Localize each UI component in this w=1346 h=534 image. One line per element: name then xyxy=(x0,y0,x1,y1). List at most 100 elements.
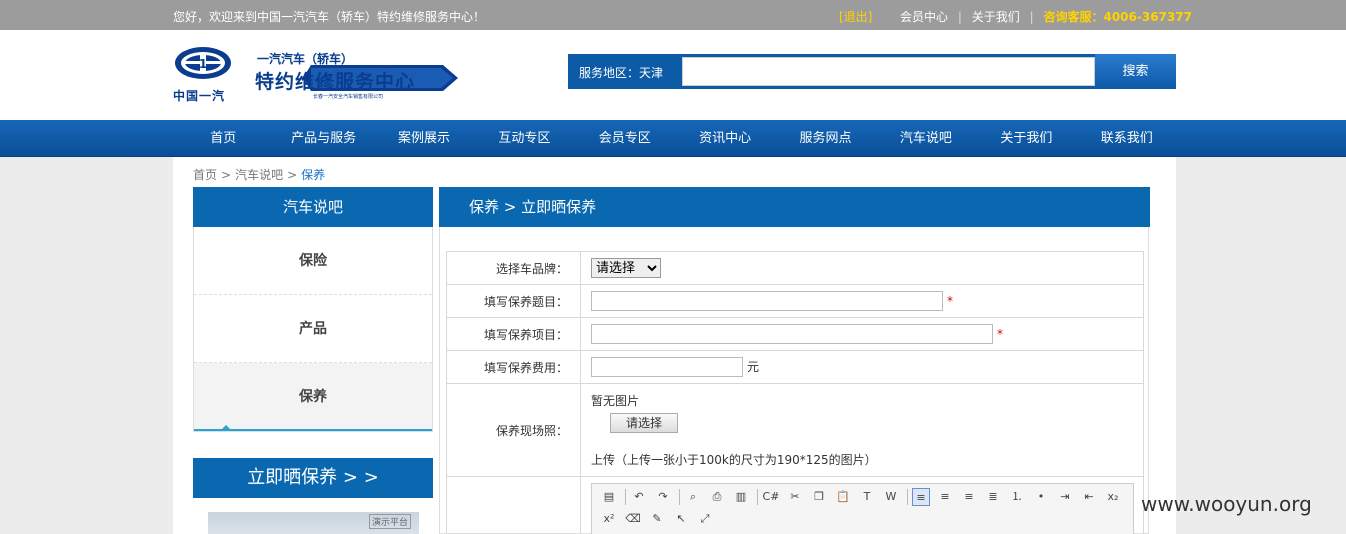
breadcrumb-sep: > xyxy=(287,168,298,182)
header: 1 中国一汽 一汽汽车（轿车） 特约维修服务中心 长春一汽安全汽车销售有限公司 … xyxy=(0,30,1346,120)
photo-none-text: 暂无图片 xyxy=(591,394,640,408)
unordered-list-icon[interactable]: • xyxy=(1032,488,1050,506)
toolbar-separator xyxy=(625,489,626,505)
preview-icon[interactable]: ⌕ xyxy=(684,488,702,506)
service-area-label[interactable]: 服务地区：天津 xyxy=(579,64,663,81)
about-us-link[interactable]: 关于我们 xyxy=(972,10,1020,24)
nav-item-home[interactable]: 首页 xyxy=(173,120,273,157)
faw-emblem-icon: 1 xyxy=(175,47,231,79)
required-mark: * xyxy=(947,293,953,308)
photo-cell: 暂无图片 请选择 上传（上传一张小于100k的尺寸为190*125的图片） xyxy=(580,383,1144,477)
content-area: 首页 > 汽车说吧 > 保养 汽车说吧 保险 产品 保养 立即晒保养 > > 演示平台 … xyxy=(173,157,1176,534)
rich-text-editor: ▤ ↶ ↷ ⌕ ⎙ ▥ C# ✂ ❐ 📋 T W ≡ ≡ ≡ ≣ ⒈ • ⇥ ⇤ x₂ x² ⌫ ✎ ↖ ⤢ xyxy=(591,483,1134,534)
brand-name: 中国一汽 xyxy=(173,89,226,103)
sidebar-item-maintenance[interactable]: 保养 xyxy=(194,363,432,431)
main-panel: 保养 > 立即晒保养 选择车品牌： 请选择 填写保养题目： * 填写保养项目： xyxy=(439,187,1150,534)
thumbnail-tag: 演示平台 xyxy=(368,514,411,529)
logout-link[interactable]: [退出] xyxy=(839,10,872,24)
template-icon[interactable]: ▥ xyxy=(732,488,750,506)
choose-photo-button[interactable]: 请选择 xyxy=(610,413,678,433)
site-logo[interactable]: 1 中国一汽 一汽汽车（轿车） 特约维修服务中心 长春一汽安全汽车销售有限公司 xyxy=(173,45,463,105)
breadcrumb-current: 保养 xyxy=(301,168,326,182)
paste-text-icon[interactable]: T xyxy=(858,488,876,506)
source-icon[interactable]: ▤ xyxy=(600,488,618,506)
logo-company: 长春一汽安全汽车销售有限公司 xyxy=(313,94,384,100)
align-center-icon[interactable]: ≡ xyxy=(936,488,954,506)
brand-cell: 请选择 xyxy=(580,251,1144,285)
paste-icon[interactable]: 📋 xyxy=(834,488,852,506)
form-row: 选择车品牌： 请选择 xyxy=(446,251,1144,285)
indent-icon[interactable]: ⇥ xyxy=(1056,488,1074,506)
nav-item-about[interactable]: 关于我们 xyxy=(976,120,1076,157)
main-nav: 首页 产品与服务 案例展示 互动专区 会员专区 资讯中心 服务网点 汽车说吧 关… xyxy=(0,120,1346,157)
select-all-icon[interactable]: ✎ xyxy=(648,510,666,528)
search-button[interactable]: 搜索 xyxy=(1095,54,1176,89)
cut-icon[interactable]: ✂ xyxy=(786,488,804,506)
ordered-list-icon[interactable]: ⒈ xyxy=(1008,488,1026,506)
form-row: 保养现场照： 暂无图片 请选择 上传（上传一张小于100k的尺寸为190*125… xyxy=(446,383,1144,477)
subscript-icon[interactable]: x₂ xyxy=(1104,488,1122,506)
cost-unit: 元 xyxy=(747,359,760,374)
code-icon[interactable]: C# xyxy=(762,488,780,506)
subject-label: 填写保养题目： xyxy=(446,284,581,318)
paste-word-icon[interactable]: W xyxy=(882,488,900,506)
toolbar-separator xyxy=(907,489,908,505)
photo-hint: 上传（上传一张小于100k的尺寸为190*125的图片） xyxy=(591,453,877,467)
divider: | xyxy=(957,10,962,24)
superscript-icon[interactable]: x² xyxy=(600,510,618,528)
share-maintenance-button[interactable]: 立即晒保养 > > xyxy=(193,458,433,498)
toolbar-separator xyxy=(679,489,680,505)
svg-text:1: 1 xyxy=(199,57,207,71)
breadcrumb-sep: > xyxy=(221,168,232,182)
nav-item-car-talk[interactable]: 汽车说吧 xyxy=(876,120,976,157)
item-input[interactable] xyxy=(591,324,993,344)
undo-icon[interactable]: ↶ xyxy=(630,488,648,506)
top-links: [退出] 会员中心 | 关于我们 | 咨询客服：4006-367377 xyxy=(839,8,1192,25)
hotline-text: 咨询客服：4006-367377 xyxy=(1043,10,1192,24)
clear-format-icon[interactable]: ⌫ xyxy=(624,510,642,528)
sidebar-title: 汽车说吧 xyxy=(193,187,433,227)
copy-icon[interactable]: ❐ xyxy=(810,488,828,506)
align-right-icon[interactable]: ≡ xyxy=(960,488,978,506)
sidebar-item-products[interactable]: 产品 xyxy=(194,295,432,363)
fullscreen-icon[interactable]: ⤢ xyxy=(696,510,714,528)
breadcrumb-home[interactable]: 首页 xyxy=(193,168,217,182)
brand-label: 选择车品牌： xyxy=(446,251,581,285)
watermark: www.wooyun.org xyxy=(1141,492,1312,516)
form-row: 填写保养费用： 元 xyxy=(446,350,1144,384)
search-input[interactable] xyxy=(682,57,1095,86)
main-title: 保养 > 立即晒保养 xyxy=(439,187,1150,227)
active-indicator-icon xyxy=(222,425,230,429)
sidebar-list: 保险 产品 保养 xyxy=(193,227,433,432)
cost-cell: 元 xyxy=(580,350,1144,384)
promo-thumbnail[interactable]: 演示平台 xyxy=(208,512,419,534)
subject-input[interactable] xyxy=(591,291,943,311)
print-icon[interactable]: ⎙ xyxy=(708,488,726,506)
photo-label: 保养现场照： xyxy=(446,383,581,477)
outdent-icon[interactable]: ⇤ xyxy=(1080,488,1098,506)
redo-icon[interactable]: ↷ xyxy=(654,488,672,506)
sidebar: 汽车说吧 保险 产品 保养 立即晒保养 > > 演示平台 xyxy=(193,187,433,534)
brand-select[interactable]: 请选择 xyxy=(591,258,661,278)
align-justify-icon[interactable]: ≣ xyxy=(984,488,1002,506)
member-center-link[interactable]: 会员中心 xyxy=(900,10,948,24)
align-left-icon[interactable]: ≡ xyxy=(912,488,930,506)
nav-item-contact[interactable]: 联系我们 xyxy=(1077,120,1177,157)
nav-item-cases[interactable]: 案例展示 xyxy=(374,120,474,157)
share-form: 选择车品牌： 请选择 填写保养题目： * 填写保养项目： * 填写保养费用： 元… xyxy=(446,251,1144,534)
top-bar: 您好，欢迎来到中国一汽汽车（轿车）特约维修服务中心！ [退出] 会员中心 | 关… xyxy=(0,0,1346,30)
breadcrumb: 首页 > 汽车说吧 > 保养 xyxy=(193,166,325,183)
nav-item-products[interactable]: 产品与服务 xyxy=(273,120,373,157)
nav-item-interactive[interactable]: 互动专区 xyxy=(474,120,574,157)
cursor-icon[interactable]: ↖ xyxy=(672,510,690,528)
breadcrumb-section[interactable]: 汽车说吧 xyxy=(235,168,283,182)
nav-item-service-points[interactable]: 服务网点 xyxy=(775,120,875,157)
sidebar-item-insurance[interactable]: 保险 xyxy=(194,227,432,295)
nav-item-news[interactable]: 资讯中心 xyxy=(675,120,775,157)
toolbar-separator xyxy=(757,489,758,505)
sidebar-item-label: 保养 xyxy=(299,389,327,405)
divider: | xyxy=(1029,10,1034,24)
subject-cell: * xyxy=(580,284,1144,318)
nav-item-members[interactable]: 会员专区 xyxy=(575,120,675,157)
cost-input[interactable] xyxy=(591,357,743,377)
